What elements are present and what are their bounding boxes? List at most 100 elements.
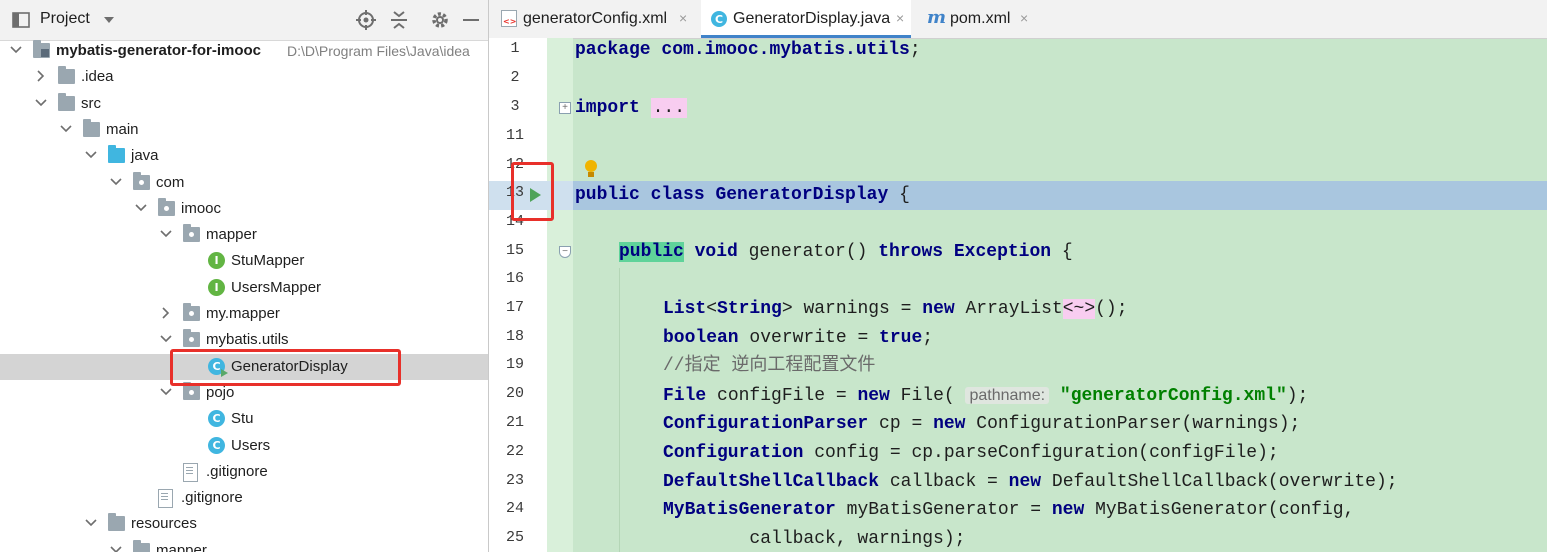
code-line-25[interactable]: callback, warnings); — [663, 525, 965, 552]
tree-item[interactable]: C Stu — [0, 406, 488, 432]
tree-item[interactable]: I StuMapper — [0, 248, 488, 274]
file-icon — [183, 462, 198, 482]
code-token: generator — [748, 242, 846, 262]
chevron-right-icon[interactable] — [158, 305, 174, 321]
code-token: () — [845, 242, 879, 262]
code-token: ArrayList — [965, 299, 1063, 319]
code-line-21[interactable]: ConfigurationParser cp = new Configurati… — [663, 410, 1300, 439]
line-number: 22 — [505, 443, 524, 460]
tree-item[interactable]: com — [0, 170, 488, 196]
code-line-13[interactable]: public class GeneratorDisplay { — [575, 181, 910, 210]
tree-item-label: main — [106, 120, 139, 138]
chevron-down-icon[interactable] — [158, 226, 174, 242]
chevron-down-icon[interactable] — [58, 121, 74, 137]
line-number: 18 — [505, 328, 524, 345]
code-line-3[interactable]: import ... — [575, 94, 688, 123]
tree-item-label: resources — [131, 515, 197, 533]
tree-item[interactable]: my.mapper — [0, 301, 488, 327]
tree-item[interactable]: main — [0, 117, 488, 143]
package-icon — [158, 197, 175, 216]
code-token: new — [1051, 500, 1096, 520]
line-number: 3 — [510, 98, 520, 115]
code-line-20[interactable]: File configFile = new File( pathname: "g… — [663, 381, 1308, 410]
settings-icon[interactable] — [429, 9, 451, 31]
chevron-down-icon[interactable] — [8, 42, 24, 58]
maven-icon: m — [927, 7, 947, 28]
package-icon — [183, 381, 200, 400]
code-line-23[interactable]: DefaultShellCallback callback = new Defa… — [663, 468, 1398, 497]
code-token: > warnings = — [781, 299, 923, 319]
code-token: Exception — [953, 242, 1052, 262]
code-line-24[interactable]: MyBatisGenerator myBatisGenerator = new … — [663, 496, 1354, 525]
chevron-down-icon[interactable] — [108, 174, 124, 190]
tree-item[interactable]: I UsersMapper — [0, 275, 488, 301]
code-token: config = cp.parseConfiguration(configFil… — [814, 443, 1279, 463]
code-token: DefaultShellCallback — [663, 472, 890, 492]
chevron-down-icon[interactable] — [108, 542, 124, 552]
chevron-down-icon[interactable] — [158, 384, 174, 400]
tree-item-label: StuMapper — [231, 252, 305, 270]
interface-icon: I — [208, 252, 225, 270]
tree-item[interactable]: C Users — [0, 433, 488, 459]
code-token: Configuration — [663, 443, 815, 463]
line-number: 15 — [505, 242, 524, 259]
tree-item-label: my.mapper — [206, 305, 280, 322]
chevron-down-icon[interactable] — [33, 95, 49, 111]
project-panel: Project mybatis-generator-for-imooc D:\D\… — [0, 0, 489, 552]
lightbulb-icon[interactable] — [584, 160, 598, 180]
tab-generator-display[interactable]: C GeneratorDisplay.java × — [701, 0, 911, 38]
code-token: cp = — [879, 414, 934, 434]
chevron-down-icon[interactable] — [133, 200, 149, 216]
chevron-right-icon[interactable] — [33, 68, 49, 84]
close-icon[interactable]: × — [1020, 10, 1028, 26]
tree-item-label: mapper — [206, 226, 257, 244]
code-token: < — [706, 299, 718, 319]
line-number: 16 — [505, 270, 524, 287]
code-editor: generatorConfig.xml × C GeneratorDisplay… — [489, 0, 1547, 552]
tree-item[interactable]: .gitignore — [0, 459, 488, 485]
code-line-1[interactable]: package com.imooc.mybatis.utils; — [575, 36, 921, 65]
annotation-highlight-box — [170, 349, 401, 386]
code-token: DefaultShellCallback(overwrite); — [1051, 472, 1398, 492]
folded-imports[interactable]: ... — [650, 98, 688, 118]
minimize-icon[interactable] — [460, 9, 482, 31]
tab-generator-config[interactable]: generatorConfig.xml × — [489, 0, 696, 38]
tab-pom[interactable]: m pom.xml × — [917, 0, 1037, 38]
code-token: String — [717, 299, 782, 319]
fold-collapse-icon[interactable]: − — [559, 246, 571, 258]
chevron-down-icon[interactable] — [83, 515, 99, 531]
tree-item-label: mybatis.utils — [206, 331, 289, 349]
line-number: 17 — [505, 299, 524, 316]
code-token: GeneratorDisplay — [715, 185, 889, 205]
code-token: public — [619, 242, 684, 262]
tree-item[interactable]: java — [0, 143, 488, 169]
tree-item[interactable]: resources — [0, 511, 488, 537]
code-line-15[interactable]: public void generator() throws Exception… — [619, 238, 1073, 267]
code-token: true — [879, 328, 923, 348]
tree-item[interactable]: src — [0, 91, 488, 117]
tree-item[interactable]: .idea — [0, 64, 488, 90]
code-line-22[interactable]: Configuration config = cp.parseConfigura… — [663, 439, 1279, 468]
dropdown-icon[interactable] — [98, 9, 120, 31]
chevron-down-icon[interactable] — [158, 331, 174, 347]
code-line-17[interactable]: List<String> warnings = new ArrayList<~>… — [663, 295, 1128, 324]
close-icon[interactable]: × — [896, 10, 904, 26]
close-icon[interactable]: × — [679, 10, 687, 26]
panel-title[interactable]: Project — [40, 10, 90, 28]
tree-item[interactable]: mapper — [0, 538, 488, 552]
code-token: new — [857, 386, 901, 406]
tree-item-label: Stu — [231, 410, 254, 428]
collapse-all-icon[interactable] — [388, 9, 410, 31]
chevron-down-icon[interactable] — [83, 147, 99, 163]
line-number: 11 — [505, 127, 524, 144]
locate-icon[interactable] — [355, 9, 377, 31]
package-icon — [183, 303, 200, 321]
tree-item[interactable]: .gitignore — [0, 485, 488, 511]
fold-expand-icon[interactable]: + — [559, 102, 571, 114]
code-line-18[interactable]: boolean overwrite = true; — [663, 324, 933, 353]
code-token: throws — [878, 242, 954, 262]
tree-item[interactable]: imooc — [0, 196, 488, 222]
tree-item[interactable]: mapper — [0, 222, 488, 248]
tree-item[interactable]: mybatis-generator-for-imooc D:\D\Program … — [0, 38, 488, 64]
code-line-19[interactable]: //指定 逆向工程配置文件 — [663, 352, 875, 381]
